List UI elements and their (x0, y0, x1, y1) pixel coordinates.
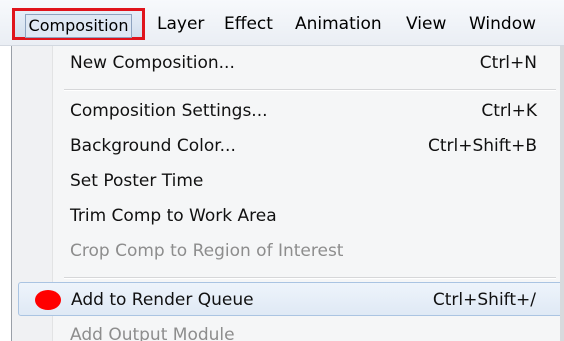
menu-item-label: Set Poster Time (70, 171, 204, 191)
menu-layer[interactable]: Layer (157, 9, 204, 39)
menu-item-add-output-module: Add Output Module (18, 318, 563, 341)
menu-separator (64, 89, 556, 91)
menu-composition-label: Composition (24, 14, 133, 38)
menu-window[interactable]: Window (469, 9, 536, 39)
menu-item-label: New Composition... (70, 53, 235, 73)
menu-item-shortcut: Ctrl+Shift+/ (432, 290, 536, 310)
menu-animation[interactable]: Animation (295, 9, 382, 39)
red-dot-marker (35, 290, 61, 310)
menu-effect[interactable]: Effect (224, 9, 273, 39)
menu-item-label: Add to Render Queue (71, 290, 254, 310)
window-edge (560, 46, 564, 341)
menu-item-crop-comp: Crop Comp to Region of Interest (18, 234, 563, 268)
menu-item-composition-settings[interactable]: Composition Settings... Ctrl+K (18, 94, 563, 128)
menu-bar: Composition Layer Effect Animation View … (0, 0, 564, 46)
menu-item-background-color[interactable]: Background Color... Ctrl+Shift+B (18, 129, 563, 163)
menu-item-shortcut: Ctrl+N (479, 53, 537, 73)
menu-item-label: Composition Settings... (70, 101, 268, 121)
menu-view[interactable]: View (406, 9, 446, 39)
menu-item-label: Crop Comp to Region of Interest (70, 241, 344, 261)
menu-separator (64, 277, 556, 279)
menu-item-label: Background Color... (70, 136, 236, 156)
menu-item-add-to-render-queue[interactable]: Add to Render Queue Ctrl+Shift+/ (18, 282, 563, 316)
menu-item-shortcut: Ctrl+K (481, 101, 537, 121)
menu-item-trim-comp[interactable]: Trim Comp to Work Area (18, 199, 563, 233)
menu-item-label: Trim Comp to Work Area (70, 206, 277, 226)
menu-item-set-poster-time[interactable]: Set Poster Time (18, 164, 563, 198)
app-window: Composition Layer Effect Animation View … (0, 0, 564, 341)
composition-dropdown: New Composition... Ctrl+N Composition Se… (11, 46, 564, 341)
menu-item-new-composition[interactable]: New Composition... Ctrl+N (18, 46, 563, 80)
menu-item-label: Add Output Module (70, 325, 235, 341)
menu-composition[interactable]: Composition (12, 8, 145, 40)
menu-item-shortcut: Ctrl+Shift+B (427, 136, 537, 156)
